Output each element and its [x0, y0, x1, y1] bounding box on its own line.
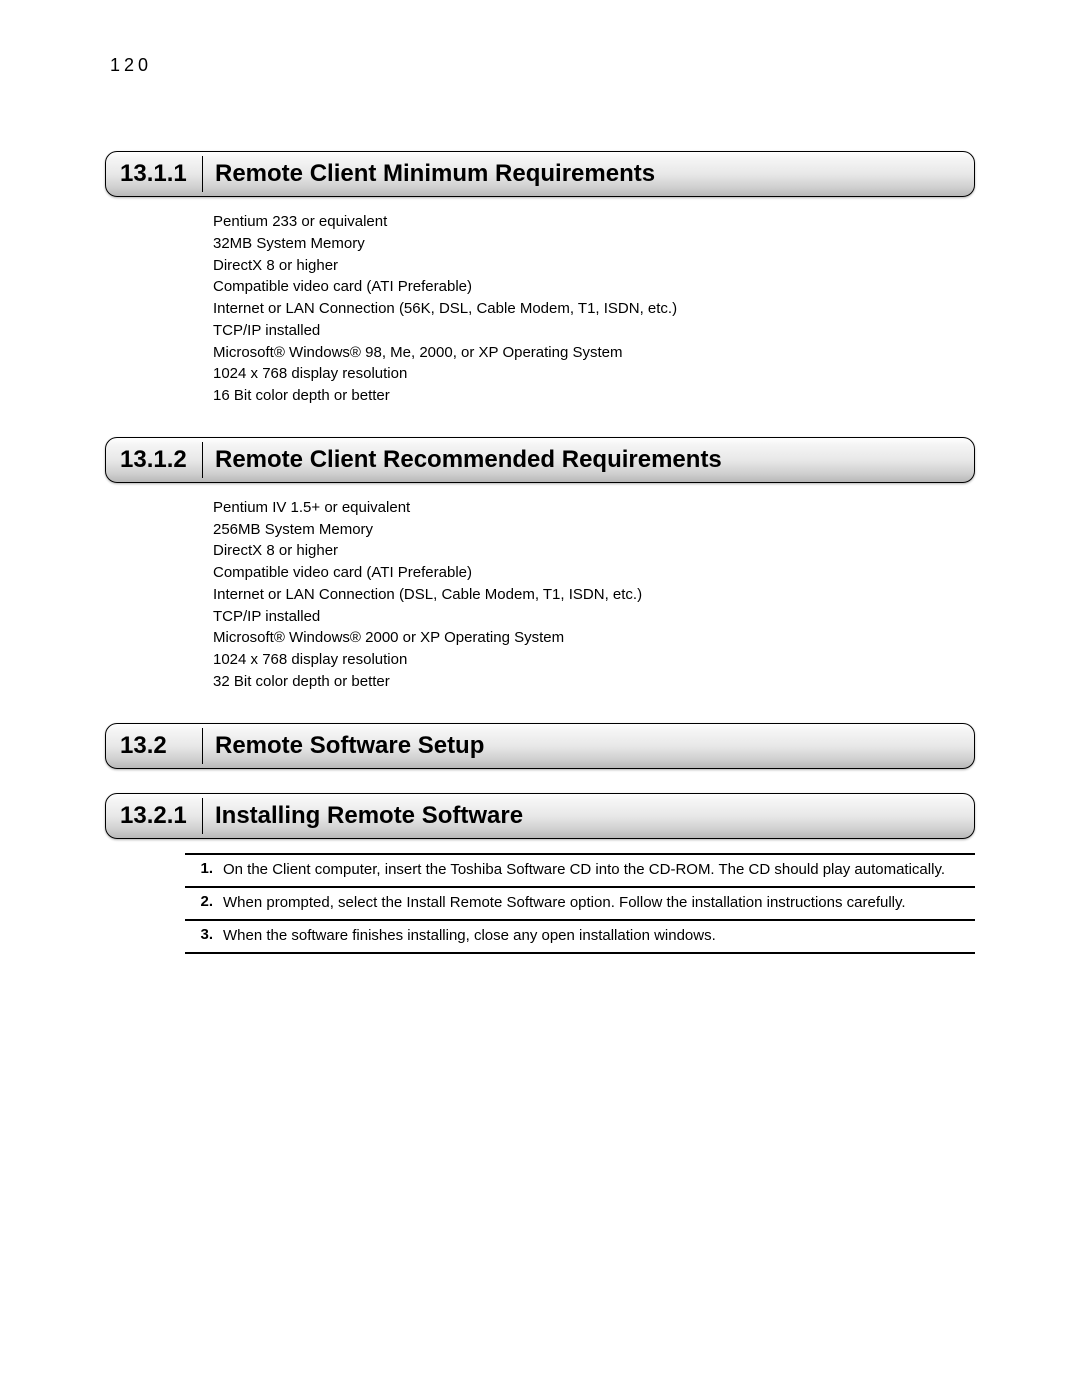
step-number: 2. [185, 893, 223, 913]
list-item: 1024 x 768 display resolution [213, 363, 975, 385]
step-number: 1. [185, 860, 223, 880]
list-item: 1024 x 768 display resolution [213, 649, 975, 671]
requirements-list-rec: Pentium IV 1.5+ or equivalent 256MB Syst… [213, 497, 975, 693]
step-text: On the Client computer, insert the Toshi… [223, 860, 975, 880]
list-item: 256MB System Memory [213, 519, 975, 541]
step-text: When prompted, select the Install Remote… [223, 893, 975, 913]
section-title: Remote Software Setup [203, 724, 496, 768]
section-number: 13.1.1 [106, 152, 202, 196]
list-item: DirectX 8 or higher [213, 255, 975, 277]
section-header-13-1-1: 13.1.1 Remote Client Minimum Requirement… [105, 151, 975, 197]
list-item: 16 Bit color depth or better [213, 385, 975, 407]
step-row: 2. When prompted, select the Install Rem… [185, 886, 975, 919]
install-steps: 1. On the Client computer, insert the To… [185, 853, 975, 955]
list-item: TCP/IP installed [213, 320, 975, 342]
step-number: 3. [185, 926, 223, 946]
section-title: Remote Client Minimum Requirements [203, 152, 667, 196]
section-header-13-2-1: 13.2.1 Installing Remote Software [105, 793, 975, 839]
list-item: Internet or LAN Connection (56K, DSL, Ca… [213, 298, 975, 320]
list-item: Pentium 233 or equivalent [213, 211, 975, 233]
list-item: TCP/IP installed [213, 606, 975, 628]
section-number: 13.2 [106, 724, 202, 768]
requirements-list-min: Pentium 233 or equivalent 32MB System Me… [213, 211, 975, 407]
step-row: 1. On the Client computer, insert the To… [185, 853, 975, 886]
step-row: 3. When the software finishes installing… [185, 919, 975, 954]
section-header-13-1-2: 13.1.2 Remote Client Recommended Require… [105, 437, 975, 483]
list-item: Compatible video card (ATI Preferable) [213, 562, 975, 584]
section-title: Remote Client Recommended Requirements [203, 438, 734, 482]
section-number: 13.1.2 [106, 438, 202, 482]
list-item: Internet or LAN Connection (DSL, Cable M… [213, 584, 975, 606]
section-title: Installing Remote Software [203, 794, 535, 838]
list-item: Microsoft® Windows® 98, Me, 2000, or XP … [213, 342, 975, 364]
list-item: 32MB System Memory [213, 233, 975, 255]
list-item: 32 Bit color depth or better [213, 671, 975, 693]
step-text: When the software finishes installing, c… [223, 926, 975, 946]
list-item: Pentium IV 1.5+ or equivalent [213, 497, 975, 519]
list-item: DirectX 8 or higher [213, 540, 975, 562]
page-number: 120 [110, 55, 975, 76]
list-item: Compatible video card (ATI Preferable) [213, 276, 975, 298]
list-item: Microsoft® Windows® 2000 or XP Operating… [213, 627, 975, 649]
section-number: 13.2.1 [106, 794, 202, 838]
document-page: 120 13.1.1 Remote Client Minimum Require… [0, 0, 1080, 1014]
section-header-13-2: 13.2 Remote Software Setup [105, 723, 975, 769]
